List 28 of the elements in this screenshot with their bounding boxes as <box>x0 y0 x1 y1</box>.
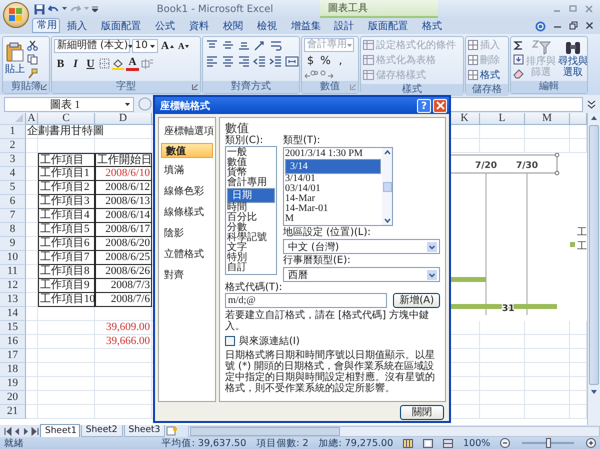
status-average: 平均值: 39,637.50 <box>162 436 246 449</box>
group-label: 數值 <box>320 81 340 93</box>
group-label: 編輯 <box>539 81 559 93</box>
cell-text: 企劃書用甘特圖 <box>27 125 104 138</box>
status-count: 項目個數: 2 <box>256 436 309 449</box>
panel-heading: 數值 <box>225 121 250 135</box>
description-text: 日期格式將日期和時間序號以日期值顯示。以星號 (*) 開頭的日期格式，會與作業系統在區域設定中指定的日期與時間設定相對應。沒有星號的格式，則不受作業系統的設定所影響。 <box>225 350 436 394</box>
status-sum: 加總: 79,275.00 <box>318 436 394 449</box>
window-title: Book1 - Microsoft Excel <box>156 4 274 14</box>
context-tab-group-label: 圖表工具 <box>320 0 438 18</box>
group-label: 儲存格 <box>472 84 502 96</box>
dialog-title: 座標軸格式 <box>160 99 210 112</box>
field-label: 地區設定 (位置)(L): <box>283 227 372 238</box>
field-label: 類別(C): <box>225 135 264 146</box>
group-label: 字型 <box>116 81 136 93</box>
group-label: 樣式 <box>402 84 422 96</box>
field-label: 行事曆類型(E): <box>283 255 352 266</box>
status-text: 就緒 <box>4 436 25 449</box>
group-label: 對齊方式 <box>231 81 271 93</box>
checkbox-label: 與來源連結(I) <box>239 334 300 348</box>
field-label: 格式代碼(T): <box>225 282 284 293</box>
field-label: 類型(T): <box>283 135 322 146</box>
legend-label: 工 <box>577 241 587 252</box>
legend-label: 工 <box>577 227 587 238</box>
group-label: 剪貼簿 <box>11 81 41 93</box>
axis-label: 7/30 <box>516 161 538 171</box>
hint-text: 若要建立自訂格式，請在 [格式代碼] 方塊中鍵入。 <box>225 310 430 332</box>
axis-label: 7/20 <box>474 161 498 171</box>
